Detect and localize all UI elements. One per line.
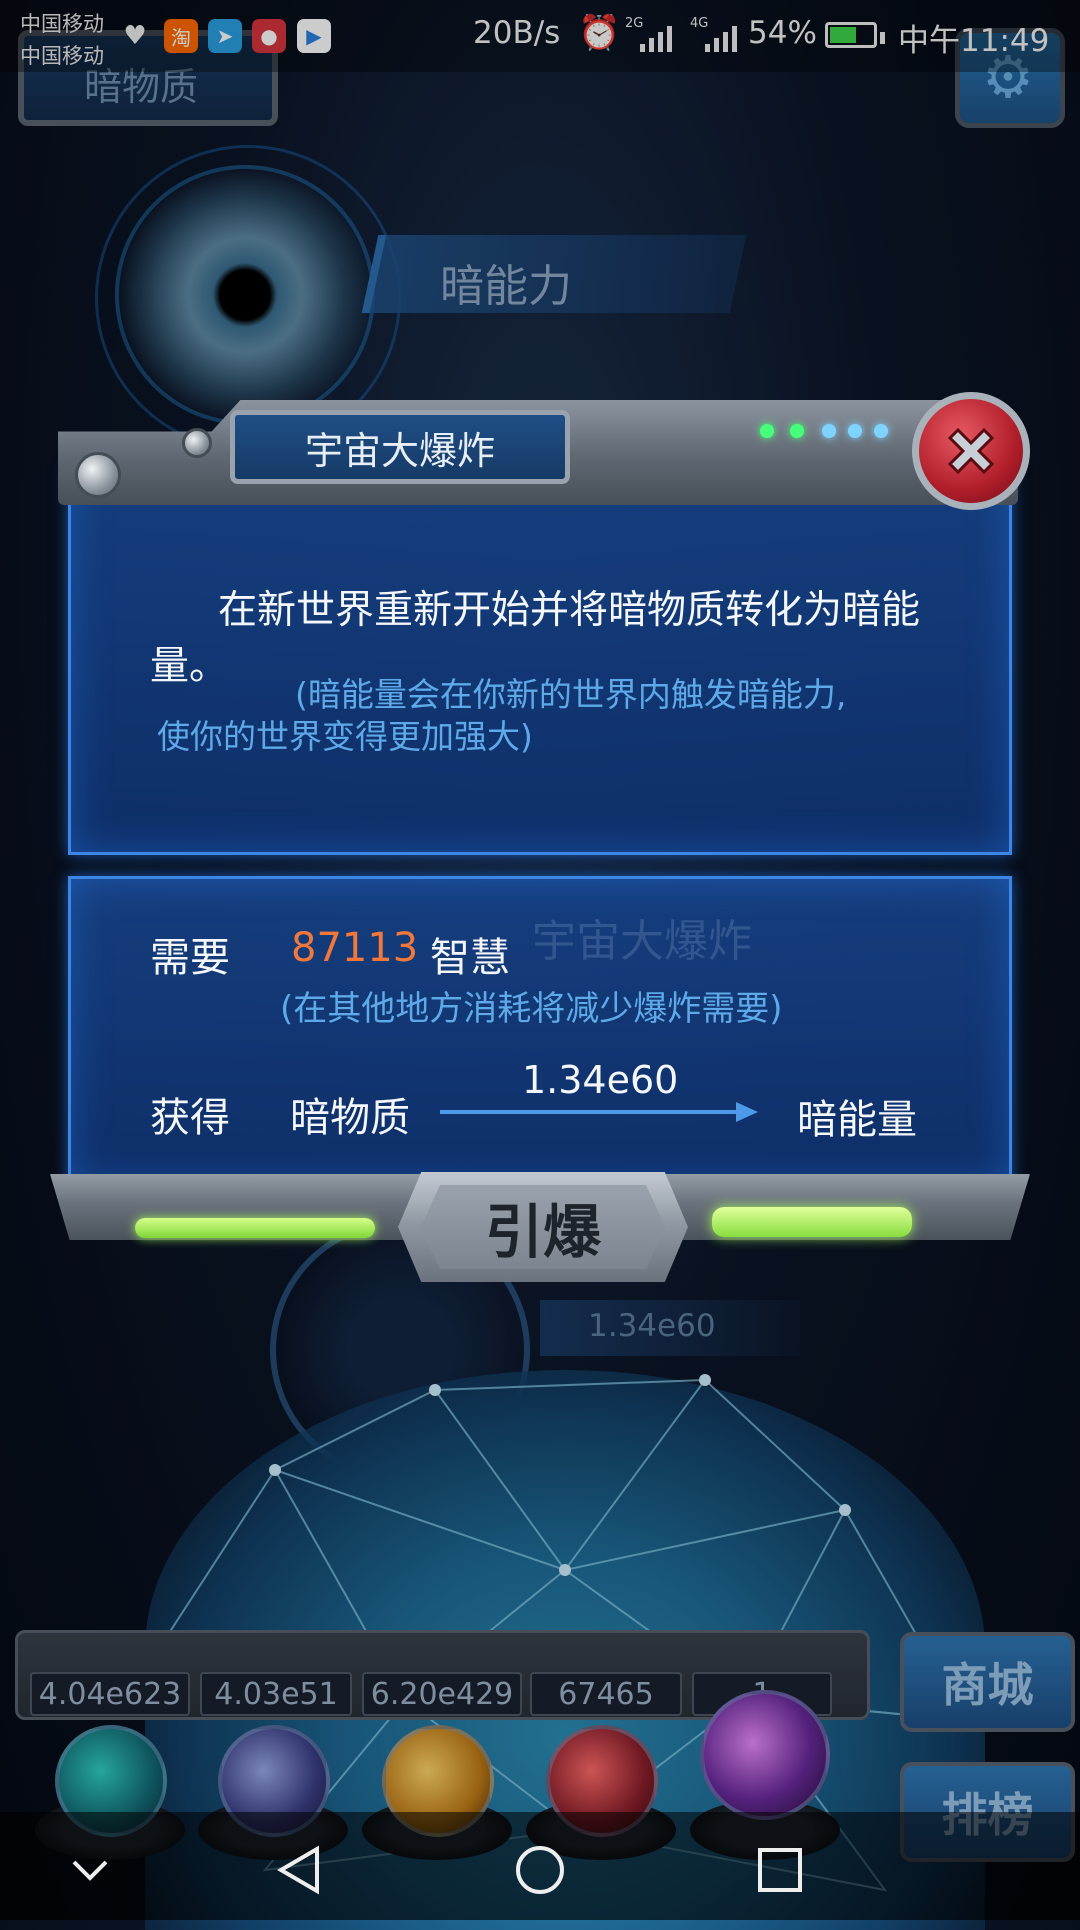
gain-label: 获得 xyxy=(150,1095,230,1141)
gain-target: 暗能量 xyxy=(797,1097,917,1143)
chevron-down-icon xyxy=(72,1860,108,1881)
require-label: 需要 xyxy=(150,935,230,981)
home-button[interactable] xyxy=(505,1835,575,1905)
back-triangle-icon xyxy=(277,1845,319,1895)
arrow-right-icon xyxy=(440,1102,758,1122)
hide-nav-button[interactable] xyxy=(55,1835,125,1905)
led-icon xyxy=(848,424,862,438)
energy-tube-left xyxy=(135,1218,375,1238)
detonate-label: 引爆 xyxy=(420,1185,666,1269)
led-icon xyxy=(822,424,836,438)
require-amount: 87113 xyxy=(291,925,419,971)
dialog-note-line2: 使你的世界变得更加强大) xyxy=(157,717,533,756)
led-icon xyxy=(760,424,774,438)
detonate-button[interactable]: 引爆 xyxy=(398,1172,688,1282)
home-circle-icon xyxy=(516,1846,564,1894)
close-button[interactable] xyxy=(912,392,1030,510)
ghost-title: 宇宙大爆炸 xyxy=(532,916,752,967)
gain-amount: 1.34e60 xyxy=(522,1058,679,1102)
recents-button[interactable] xyxy=(745,1835,815,1905)
dialog-title: 宇宙大爆炸 xyxy=(230,410,570,484)
require-unit: 智慧 xyxy=(430,935,510,981)
recents-square-icon xyxy=(758,1848,802,1892)
close-icon xyxy=(947,427,995,475)
require-note: (在其他地方消耗将减少爆炸需要) xyxy=(280,989,783,1029)
led-icon xyxy=(874,424,888,438)
dialog-note-line1: (暗能量会在你新的世界内触发暗能力, xyxy=(295,675,847,714)
energy-tube-right xyxy=(712,1207,912,1237)
bolt-icon xyxy=(182,428,212,458)
led-icon xyxy=(790,424,804,438)
gain-source: 暗物质 xyxy=(290,1095,410,1141)
bolt-icon xyxy=(75,452,121,498)
back-button[interactable] xyxy=(265,1835,335,1905)
